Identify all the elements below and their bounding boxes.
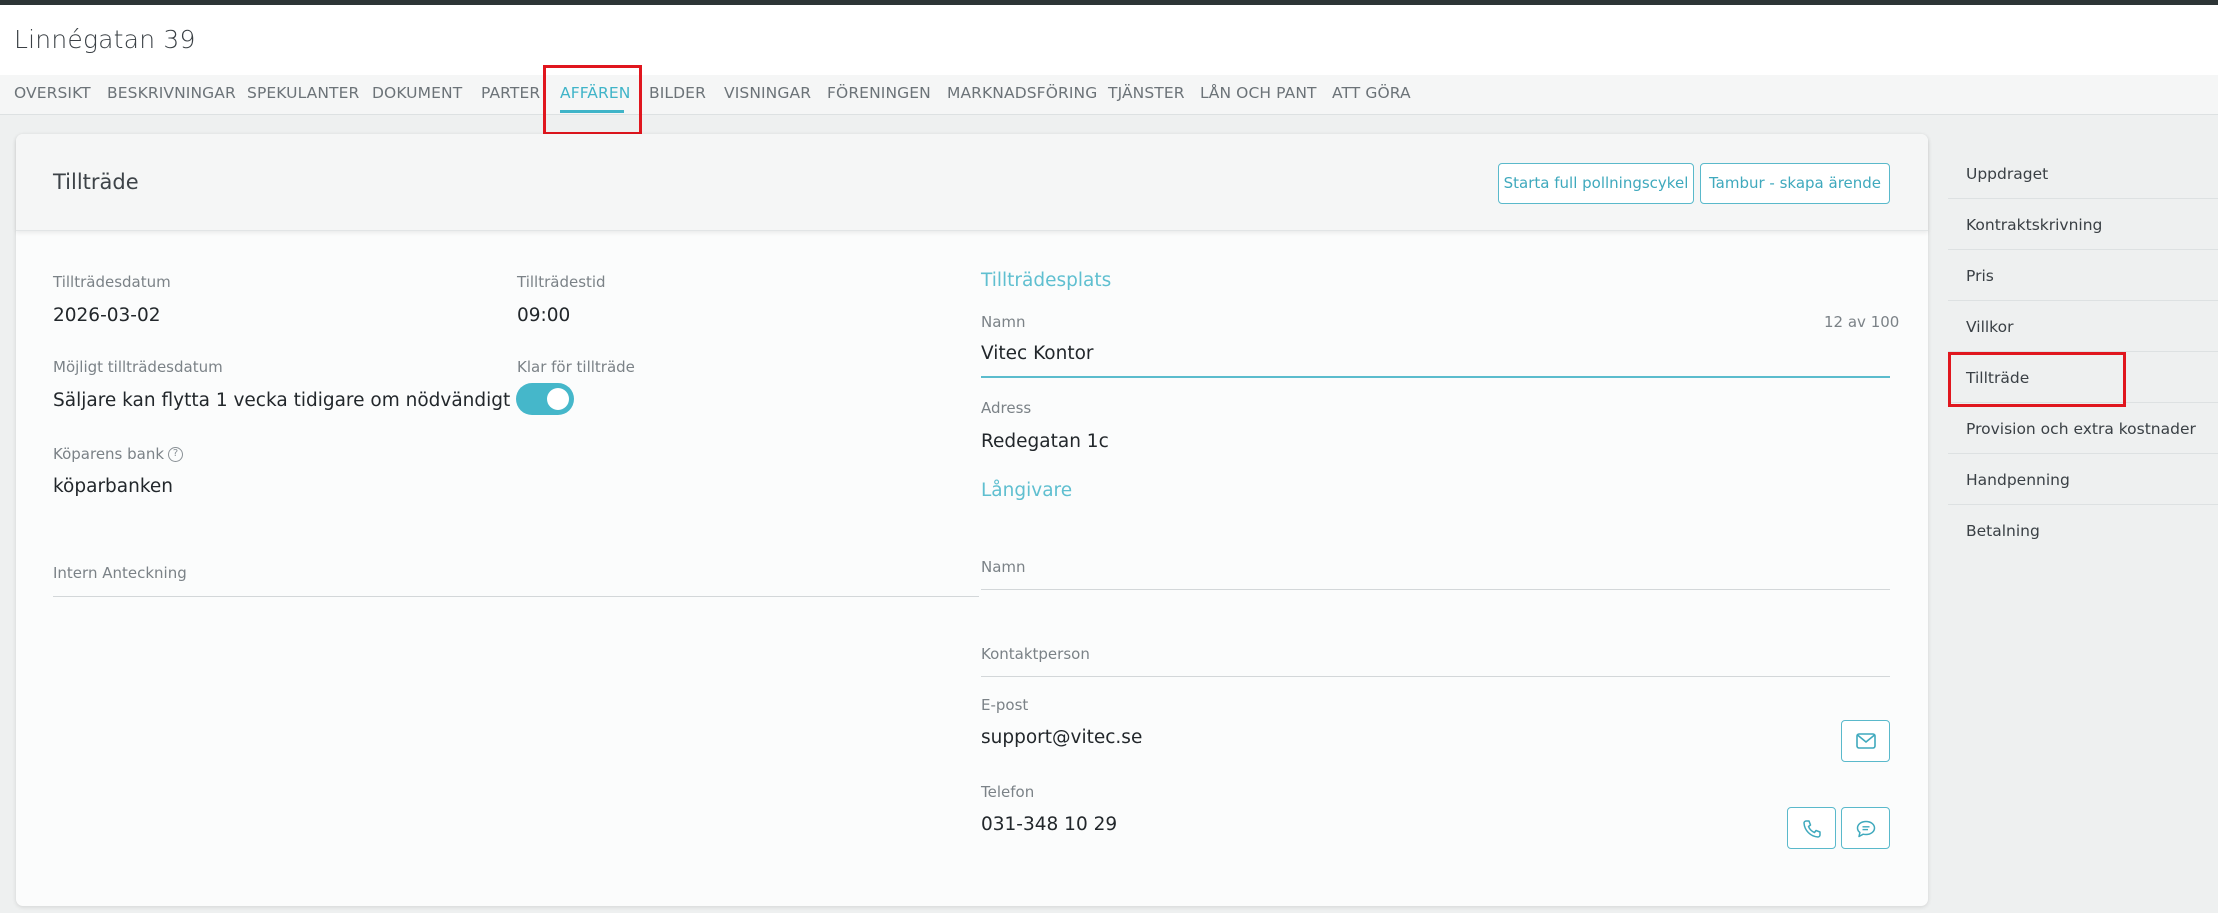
nav-tilltrade[interactable]: Tillträde bbox=[1948, 352, 2218, 403]
place-address-label: Adress bbox=[981, 399, 1032, 417]
lender-name-label: Namn bbox=[981, 558, 1026, 576]
tambur-create-case-button[interactable]: Tambur - skapa ärende bbox=[1700, 163, 1890, 204]
phone-label: Telefon bbox=[981, 783, 1035, 801]
chat-icon bbox=[1856, 820, 1876, 838]
place-name-input[interactable]: Vitec Kontor bbox=[981, 343, 1094, 364]
tab-bar: OVERSIKT BESKRIVNINGAR SPEKULANTER DOKUM… bbox=[0, 75, 2218, 115]
card-title: Tillträde bbox=[53, 170, 139, 194]
phone-value[interactable]: 031-348 10 29 bbox=[981, 814, 1117, 835]
phone-icon bbox=[1803, 820, 1821, 838]
place-name-counter: 12 av 100 bbox=[1824, 313, 1900, 331]
nav-label: Pris bbox=[1966, 267, 1994, 285]
nav-kontraktskrivning[interactable]: Kontraktskrivning bbox=[1948, 199, 2218, 250]
tab-marknadsforing[interactable]: MARKNADSFÖRING bbox=[947, 84, 1097, 102]
access-time-label: Tillträdestid bbox=[517, 273, 606, 291]
help-icon[interactable]: ? bbox=[168, 447, 183, 462]
buyer-bank-value[interactable]: köparbanken bbox=[53, 476, 173, 497]
nav-handpenning[interactable]: Handpenning bbox=[1948, 454, 2218, 505]
tab-att-gora[interactable]: ATT GÖRA bbox=[1332, 84, 1411, 102]
nav-pris[interactable]: Pris bbox=[1948, 250, 2218, 301]
nav-label: Villkor bbox=[1966, 318, 2014, 336]
nav-label: Betalning bbox=[1966, 522, 2040, 540]
tab-foreningen[interactable]: FÖRENINGEN bbox=[827, 84, 931, 102]
tilltrade-card: Tillträde Starta full pollningscykel Tam… bbox=[16, 134, 1928, 906]
toggle-knob bbox=[547, 388, 569, 410]
tab-bilder[interactable]: BILDER bbox=[649, 84, 706, 102]
contact-person-label: Kontaktperson bbox=[981, 645, 1090, 663]
tab-lan-och-pant[interactable]: LÅN OCH PANT bbox=[1200, 84, 1317, 102]
tab-oversikt[interactable]: OVERSIKT bbox=[14, 84, 91, 102]
possible-date-label: Möjligt tillträdesdatum bbox=[53, 358, 223, 376]
nav-villkor[interactable]: Villkor bbox=[1948, 301, 2218, 352]
nav-label: Provision och extra kostnader bbox=[1966, 420, 2196, 438]
contact-person-input[interactable] bbox=[981, 676, 1890, 677]
nav-uppdraget[interactable]: Uppdraget bbox=[1948, 148, 2218, 199]
ready-for-access-toggle[interactable] bbox=[516, 383, 574, 415]
tab-parter[interactable]: PARTER bbox=[481, 84, 540, 102]
email-value[interactable]: support@vitec.se bbox=[981, 727, 1142, 748]
nav-provision[interactable]: Provision och extra kostnader bbox=[1948, 403, 2218, 454]
place-address-value[interactable]: Redegatan 1c bbox=[981, 431, 1109, 452]
page-header: Linnégatan 39 bbox=[0, 5, 2218, 75]
tab-visningar[interactable]: VISNINGAR bbox=[724, 84, 811, 102]
internal-note-label: Intern Anteckning bbox=[53, 564, 187, 582]
start-polling-button[interactable]: Starta full pollningscykel bbox=[1498, 163, 1694, 204]
mail-icon bbox=[1856, 733, 1876, 749]
call-button[interactable] bbox=[1787, 807, 1836, 849]
active-tab-indicator bbox=[560, 110, 624, 113]
possible-date-value[interactable]: Säljare kan flytta 1 vecka tidigare om n… bbox=[53, 390, 510, 411]
access-place-heading: Tillträdesplats bbox=[981, 270, 1112, 291]
access-time-value[interactable]: 09:00 bbox=[517, 305, 570, 326]
lender-heading: Långivare bbox=[981, 480, 1073, 501]
tab-affaren[interactable]: AFFÄREN bbox=[560, 84, 630, 102]
card-header: Tillträde Starta full pollningscykel Tam… bbox=[16, 134, 1928, 231]
tab-spekulanter[interactable]: SPEKULANTER bbox=[247, 84, 359, 102]
tab-dokument[interactable]: DOKUMENT bbox=[372, 84, 462, 102]
nav-label: Handpenning bbox=[1966, 471, 2070, 489]
sms-button[interactable] bbox=[1841, 807, 1890, 849]
lender-name-input[interactable] bbox=[981, 589, 1890, 590]
access-date-value[interactable]: 2026-03-02 bbox=[53, 305, 161, 326]
nav-label: Uppdraget bbox=[1966, 165, 2049, 183]
nav-betalning[interactable]: Betalning bbox=[1948, 505, 2218, 556]
access-date-label: Tillträdesdatum bbox=[53, 273, 171, 291]
internal-note-input[interactable] bbox=[53, 596, 979, 597]
email-label: E-post bbox=[981, 696, 1029, 714]
page-title: Linnégatan 39 bbox=[14, 25, 196, 54]
ready-for-access-label: Klar för tillträde bbox=[517, 358, 635, 376]
send-email-button[interactable] bbox=[1841, 720, 1890, 762]
nav-label: Tillträde bbox=[1966, 369, 2030, 387]
place-name-underline bbox=[981, 376, 1890, 378]
tab-beskrivningar[interactable]: BESKRIVNINGAR bbox=[107, 84, 236, 102]
buyer-bank-label: Köparens bank bbox=[53, 445, 165, 463]
tab-tjanster[interactable]: TJÄNSTER bbox=[1108, 84, 1185, 102]
nav-label: Kontraktskrivning bbox=[1966, 216, 2103, 234]
place-name-label: Namn bbox=[981, 313, 1026, 331]
